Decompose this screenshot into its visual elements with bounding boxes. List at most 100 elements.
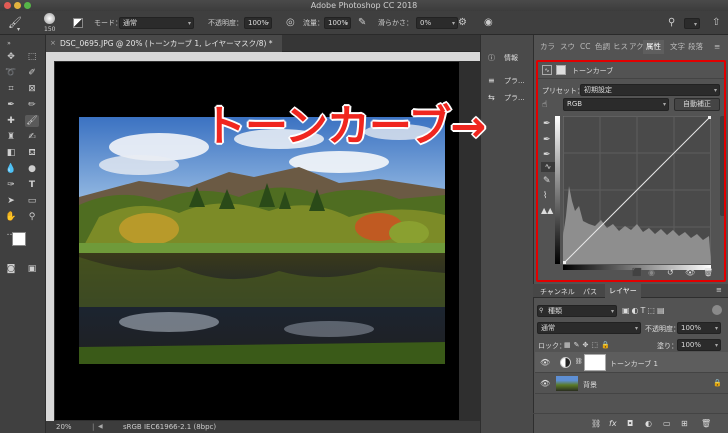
toolbox-collapse-icon[interactable]: » (2, 38, 16, 50)
share-icon[interactable]: ⇧ (712, 16, 720, 30)
layer-filter-icons[interactable]: ▣◐T⬚▤ (622, 306, 667, 315)
preset-icon[interactable]: ≡ (488, 76, 495, 85)
eyedropper-tool-icon[interactable]: ✒ (4, 99, 18, 111)
lock-options-icons[interactable]: ▦✎✥⬚🔒 (564, 341, 613, 349)
move-tool-icon[interactable]: ✥ (4, 51, 18, 63)
info-panel-icon[interactable]: ⓘ (488, 53, 495, 63)
preset-icon[interactable]: ⇆ (488, 93, 495, 102)
layer-row[interactable]: 👁 ⛓ トーンカーブ 1 (535, 352, 728, 373)
quick-select-tool-icon[interactable]: ✐ (25, 67, 39, 79)
zoom-level[interactable]: 20% (56, 421, 72, 433)
brush-settings-icon[interactable] (73, 18, 83, 28)
tab-channels[interactable]: チャンネル (540, 287, 575, 297)
crop-tool-icon[interactable]: ⌗ (4, 83, 18, 95)
toolbox: » ✥ ⬚ ➰ ✐ ⌗ ⊠ ✒ ✏ ✚ 🖌 ♜ ✍ ◧ ⛾ 💧 ● ✑ T ➤ … (0, 35, 46, 433)
airbrush-icon[interactable]: ✎ (358, 16, 366, 30)
blur-tool-icon[interactable]: 💧 (4, 163, 18, 175)
vertical-ruler[interactable] (46, 52, 54, 421)
blend-mode-select[interactable]: 通常 (537, 322, 641, 334)
pen-tool-icon[interactable]: ✑ (4, 179, 18, 191)
lasso-tool-icon[interactable]: ➰ (4, 67, 18, 79)
flow-field[interactable]: 100% (324, 17, 351, 29)
paint-bucket-tool-icon[interactable]: ⛾ (25, 147, 39, 159)
history-brush-tool-icon[interactable]: ✍ (25, 131, 39, 143)
eye-icon[interactable]: 👁 (540, 379, 550, 388)
smoothing-label: 滑らかさ： (378, 19, 413, 27)
close-window-icon[interactable] (4, 2, 11, 9)
info-panel-label[interactable]: 情報 (504, 53, 518, 63)
layer-row[interactable]: 👁 背景 🔒 (535, 373, 728, 394)
link-layers-icon[interactable]: ⛓ (591, 419, 601, 428)
brush-tool-icon[interactable]: 🖌 (25, 115, 39, 127)
marquee-tool-icon[interactable]: ⬚ (25, 51, 39, 63)
tab-actions[interactable]: アク (629, 40, 644, 54)
document-tab-title: DSC_0695.JPG @ 20% (トーンカーブ 1, レイヤーマスク/8)… (60, 39, 273, 48)
tab-adjustments[interactable]: 色調 (595, 40, 610, 54)
lock-label: ロック： (538, 342, 566, 350)
ruler-tool-icon[interactable]: ✏ (25, 99, 39, 111)
eraser-tool-icon[interactable]: ◧ (4, 147, 18, 159)
layer-mask-thumbnail[interactable] (584, 354, 606, 371)
layer-thumbnail[interactable] (556, 376, 578, 391)
preset-panel-2-label[interactable]: プラ... (504, 93, 525, 103)
properties-tabs: カラ スウ CC 色調 ヒス アク 属性 文字 段落 ≡ (534, 40, 728, 54)
rectangle-tool-icon[interactable]: ▭ (25, 195, 39, 207)
tab-paragraph[interactable]: 段落 (688, 40, 703, 54)
pressure-opacity-icon[interactable]: ◎ (286, 16, 295, 30)
pressure-size-icon[interactable]: ◉ (484, 16, 493, 30)
healing-tool-icon[interactable]: ✚ (4, 115, 18, 127)
layer-filter-select[interactable]: 種類 (537, 305, 617, 317)
tab-paths[interactable]: パス (583, 287, 597, 297)
collapsed-panel-strip: ⓘ 情報 ≡ プラ... ⇆ プラ... (480, 35, 533, 433)
fx-icon[interactable]: fx (609, 419, 617, 428)
tab-color[interactable]: カラ (540, 40, 555, 54)
frame-tool-icon[interactable]: ⊠ (25, 83, 39, 95)
tab-layers[interactable]: レイヤー (605, 284, 641, 298)
fill-field[interactable]: 100% (677, 339, 721, 351)
layer-opacity-field[interactable]: 100% (677, 322, 721, 334)
quick-mask-icon[interactable]: ◙ (4, 263, 18, 275)
new-adjustment-icon[interactable]: ◐ (645, 419, 652, 428)
workspace-select[interactable] (684, 18, 700, 30)
status-arrow-icon[interactable]: ◀ (98, 421, 103, 433)
tab-swatches[interactable]: スウ (560, 40, 575, 54)
foreground-color-swatch[interactable] (12, 232, 26, 246)
filter-toggle-icon[interactable] (712, 305, 722, 315)
close-tab-icon[interactable]: × (50, 35, 56, 52)
hand-tool-icon[interactable]: ✋ (4, 211, 18, 223)
delete-layer-icon[interactable]: 🗑 (701, 419, 711, 428)
gear-icon[interactable]: ⚙ (458, 16, 467, 30)
title-bar: Adobe Photoshop CC 2018 (0, 0, 728, 11)
tab-cc[interactable]: CC (580, 40, 590, 54)
new-layer-icon[interactable]: ⊞ (681, 419, 688, 428)
clone-stamp-tool-icon[interactable]: ♜ (4, 131, 18, 143)
tab-properties[interactable]: 属性 (643, 40, 664, 54)
status-separator: | (92, 423, 95, 431)
type-tool-icon[interactable]: T (25, 179, 39, 191)
minimize-window-icon[interactable] (14, 2, 21, 9)
search-icon[interactable]: ⚲ (668, 16, 675, 30)
opacity-field[interactable]: 100% (244, 17, 272, 29)
dodge-tool-icon[interactable]: ● (25, 163, 39, 175)
mode-select[interactable]: 通常 (119, 17, 194, 29)
path-select-tool-icon[interactable]: ➤ (4, 195, 18, 207)
smoothing-field[interactable]: 0% (416, 17, 458, 29)
eye-icon[interactable]: 👁 (540, 358, 550, 367)
layer-name[interactable]: 背景 (583, 380, 597, 390)
tab-histogram[interactable]: ヒス (613, 40, 628, 54)
layers-panel-menu-icon[interactable]: ≡ (716, 286, 722, 294)
tab-character[interactable]: 文字 (670, 40, 685, 54)
layer-name[interactable]: トーンカーブ 1 (610, 359, 658, 369)
horizontal-ruler[interactable] (53, 52, 480, 61)
new-group-icon[interactable]: ▭ (663, 419, 671, 428)
options-bar: 🖌 ▾ 150 モード： 通常 不透明度： 100% ◎ 流量： 100% ✎ … (0, 11, 728, 35)
document-tab[interactable]: × DSC_0695.JPG @ 20% (トーンカーブ 1, レイヤーマスク/… (46, 35, 282, 52)
add-mask-icon[interactable]: ◘ (627, 419, 633, 428)
link-icon: ⛓ (575, 358, 583, 365)
panel-menu-icon[interactable]: ≡ (714, 40, 720, 54)
zoom-window-icon[interactable] (24, 2, 31, 9)
zoom-tool-icon[interactable]: ⚲ (25, 211, 39, 223)
mode-label: モード： (94, 19, 122, 27)
screen-mode-icon[interactable]: ▣ (25, 263, 39, 275)
preset-panel-1-label[interactable]: プラ... (504, 76, 525, 86)
